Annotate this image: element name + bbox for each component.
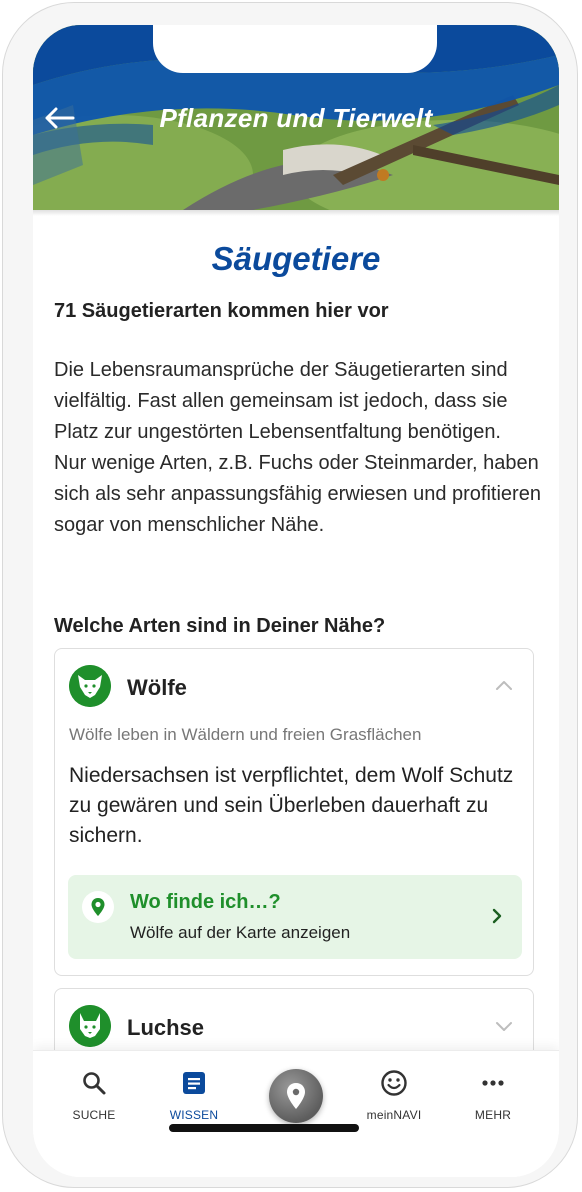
- location-pin-icon: [91, 898, 105, 916]
- chevron-up-icon[interactable]: [493, 675, 515, 697]
- nav-label: WISSEN: [169, 1108, 219, 1122]
- card-title: Wölfe: [127, 675, 187, 700]
- card-description: Wölfe leben in Wäldern und freien Grasfl…: [69, 725, 422, 744]
- main-content[interactable]: Säugetiere 71 Säugetierarten kommen hier…: [33, 210, 559, 1050]
- home-indicator: [169, 1124, 359, 1132]
- card-header-lynx[interactable]: Luchse: [55, 989, 533, 1050]
- nav-item-mehr[interactable]: MEHR: [453, 1069, 533, 1129]
- nav-label: meinNAVI: [366, 1108, 422, 1122]
- article-icon: [183, 1072, 205, 1094]
- app-screen: Pflanzen und Tierwelt Säugetiere 71 Säug…: [33, 25, 559, 1177]
- page-title: Säugetiere: [211, 240, 381, 277]
- species-count: 71 Säugetierarten kommen hier vor: [54, 300, 389, 322]
- card-body-text: Niedersachsen ist verpflichtet, dem Wolf…: [69, 764, 514, 847]
- chevron-right-icon: [492, 908, 502, 924]
- nav-item-suche[interactable]: SUCHE: [54, 1069, 134, 1129]
- search-icon: [83, 1072, 106, 1095]
- section-question: Welche Arten sind in Deiner Nähe?: [54, 615, 386, 637]
- find-title: Wo finde ich…?: [130, 891, 281, 913]
- header-banner: Pflanzen und Tierwelt: [33, 25, 559, 210]
- center-location-button[interactable]: [269, 1069, 323, 1123]
- card-title: Luchse: [127, 1015, 205, 1040]
- nav-label: MEHR: [474, 1108, 512, 1122]
- species-card-lynx: Luchse: [54, 988, 534, 1050]
- species-card-wolves: Wölfe Wölfe leben in Wäldern und freien …: [54, 648, 534, 976]
- smiley-icon: [381, 1070, 407, 1096]
- nav-label: SUCHE: [72, 1108, 116, 1122]
- bottom-navigation: SUCHE WISSEN meinNAVI MEHR: [33, 1050, 559, 1177]
- device-notch: [153, 25, 437, 73]
- nav-item-wissen[interactable]: WISSEN: [154, 1069, 234, 1129]
- device-frame: Pflanzen und Tierwelt Säugetiere 71 Säug…: [2, 2, 578, 1188]
- more-dots-icon: [482, 1080, 504, 1086]
- lynx-icon: [69, 1005, 111, 1047]
- header-shadow: [33, 210, 559, 216]
- find-on-map-button[interactable]: Wo finde ich…? Wölfe auf der Karte anzei…: [68, 875, 522, 959]
- pin-badge: [82, 891, 114, 923]
- nav-item-meinnavi[interactable]: meinNAVI: [354, 1069, 434, 1129]
- card-header-wolves[interactable]: Wölfe: [55, 649, 533, 721]
- wolf-icon: [69, 665, 111, 707]
- chevron-down-icon[interactable]: [493, 1015, 515, 1037]
- header-title: Pflanzen und Tierwelt: [159, 103, 433, 133]
- intro-text: Die Lebensraumansprüche der Säugetierart…: [54, 359, 541, 536]
- find-subtitle: Wölfe auf der Karte anzeigen: [130, 923, 351, 942]
- location-pin-icon: [287, 1083, 305, 1109]
